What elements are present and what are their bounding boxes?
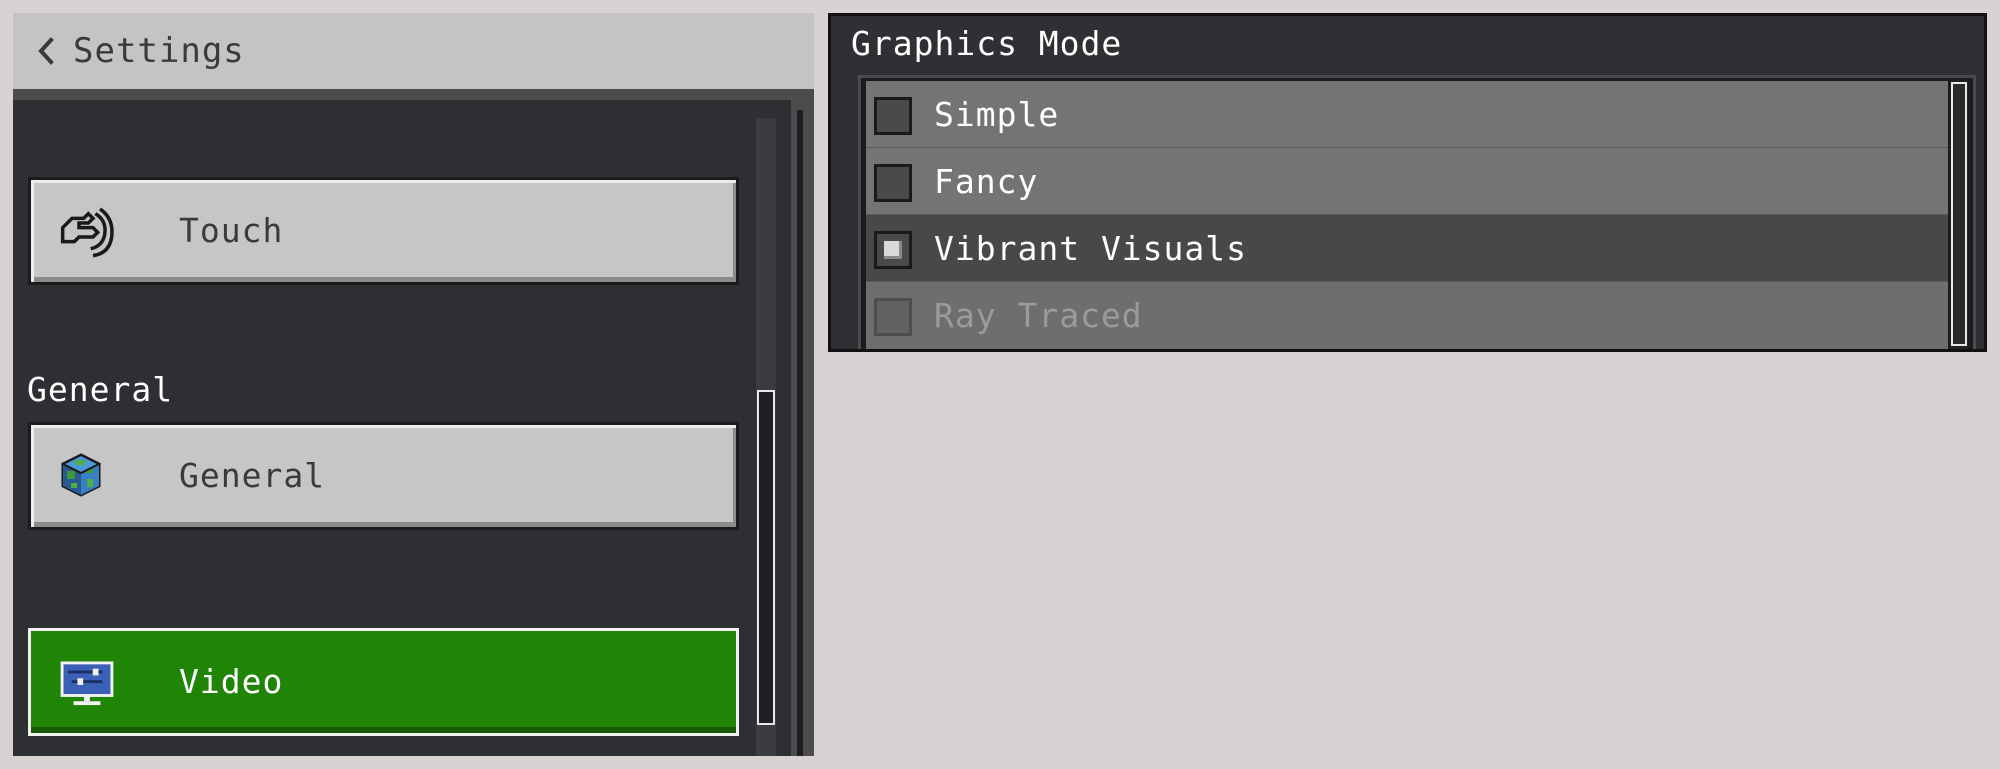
option-label: Ray Traced (934, 296, 1143, 335)
sidebar-item-general[interactable]: General (28, 422, 739, 530)
sidebar-item-touch[interactable]: Touch (28, 177, 739, 285)
sidebar-item-label: Touch (179, 211, 284, 250)
checkbox[interactable] (874, 97, 912, 135)
sidebar-item-video[interactable]: Video (28, 628, 739, 736)
monitor-icon (60, 661, 114, 706)
checkbox-check-mark (884, 241, 902, 259)
graphics-option-vibrant-visuals[interactable]: Vibrant Visuals (866, 215, 1948, 283)
settings-header: Settings (13, 13, 814, 100)
settings-sidebar-panel: Settings Touch General General Video (13, 13, 814, 756)
chevron-left-icon (38, 37, 54, 65)
option-label: Vibrant Visuals (934, 229, 1248, 268)
graphics-option-ray-traced: Ray Traced (866, 282, 1948, 349)
checkbox-disabled (874, 298, 912, 336)
graphics-mode-options: Simple Fancy Vibrant Visuals Ray Traced (858, 75, 1976, 349)
checkbox[interactable] (874, 164, 912, 202)
graphics-mode-title: Graphics Mode (851, 24, 1123, 63)
checkbox-checked[interactable] (874, 231, 912, 269)
options-scrollbar-thumb[interactable] (1951, 82, 1967, 346)
sidebar-item-label: General (179, 456, 326, 495)
settings-category-list: Touch General General Video (13, 100, 814, 756)
sidebar-item-label: Video (179, 662, 284, 701)
graphics-mode-panel: Graphics Mode Simple Fancy Vibrant Visua… (828, 13, 1987, 352)
panel-divider-groove (797, 110, 803, 756)
option-label: Fancy (934, 162, 1039, 201)
back-button[interactable]: Settings (33, 27, 245, 75)
option-label: Simple (934, 95, 1060, 134)
graphics-option-simple[interactable]: Simple (866, 81, 1948, 149)
sidebar-scrollbar-thumb[interactable] (757, 390, 775, 725)
graphics-option-fancy[interactable]: Fancy (866, 148, 1948, 216)
globe-cube-icon (60, 453, 102, 497)
touch-hand-icon (60, 207, 114, 258)
section-heading-general: General (27, 370, 174, 409)
back-button-label: Settings (73, 31, 245, 71)
